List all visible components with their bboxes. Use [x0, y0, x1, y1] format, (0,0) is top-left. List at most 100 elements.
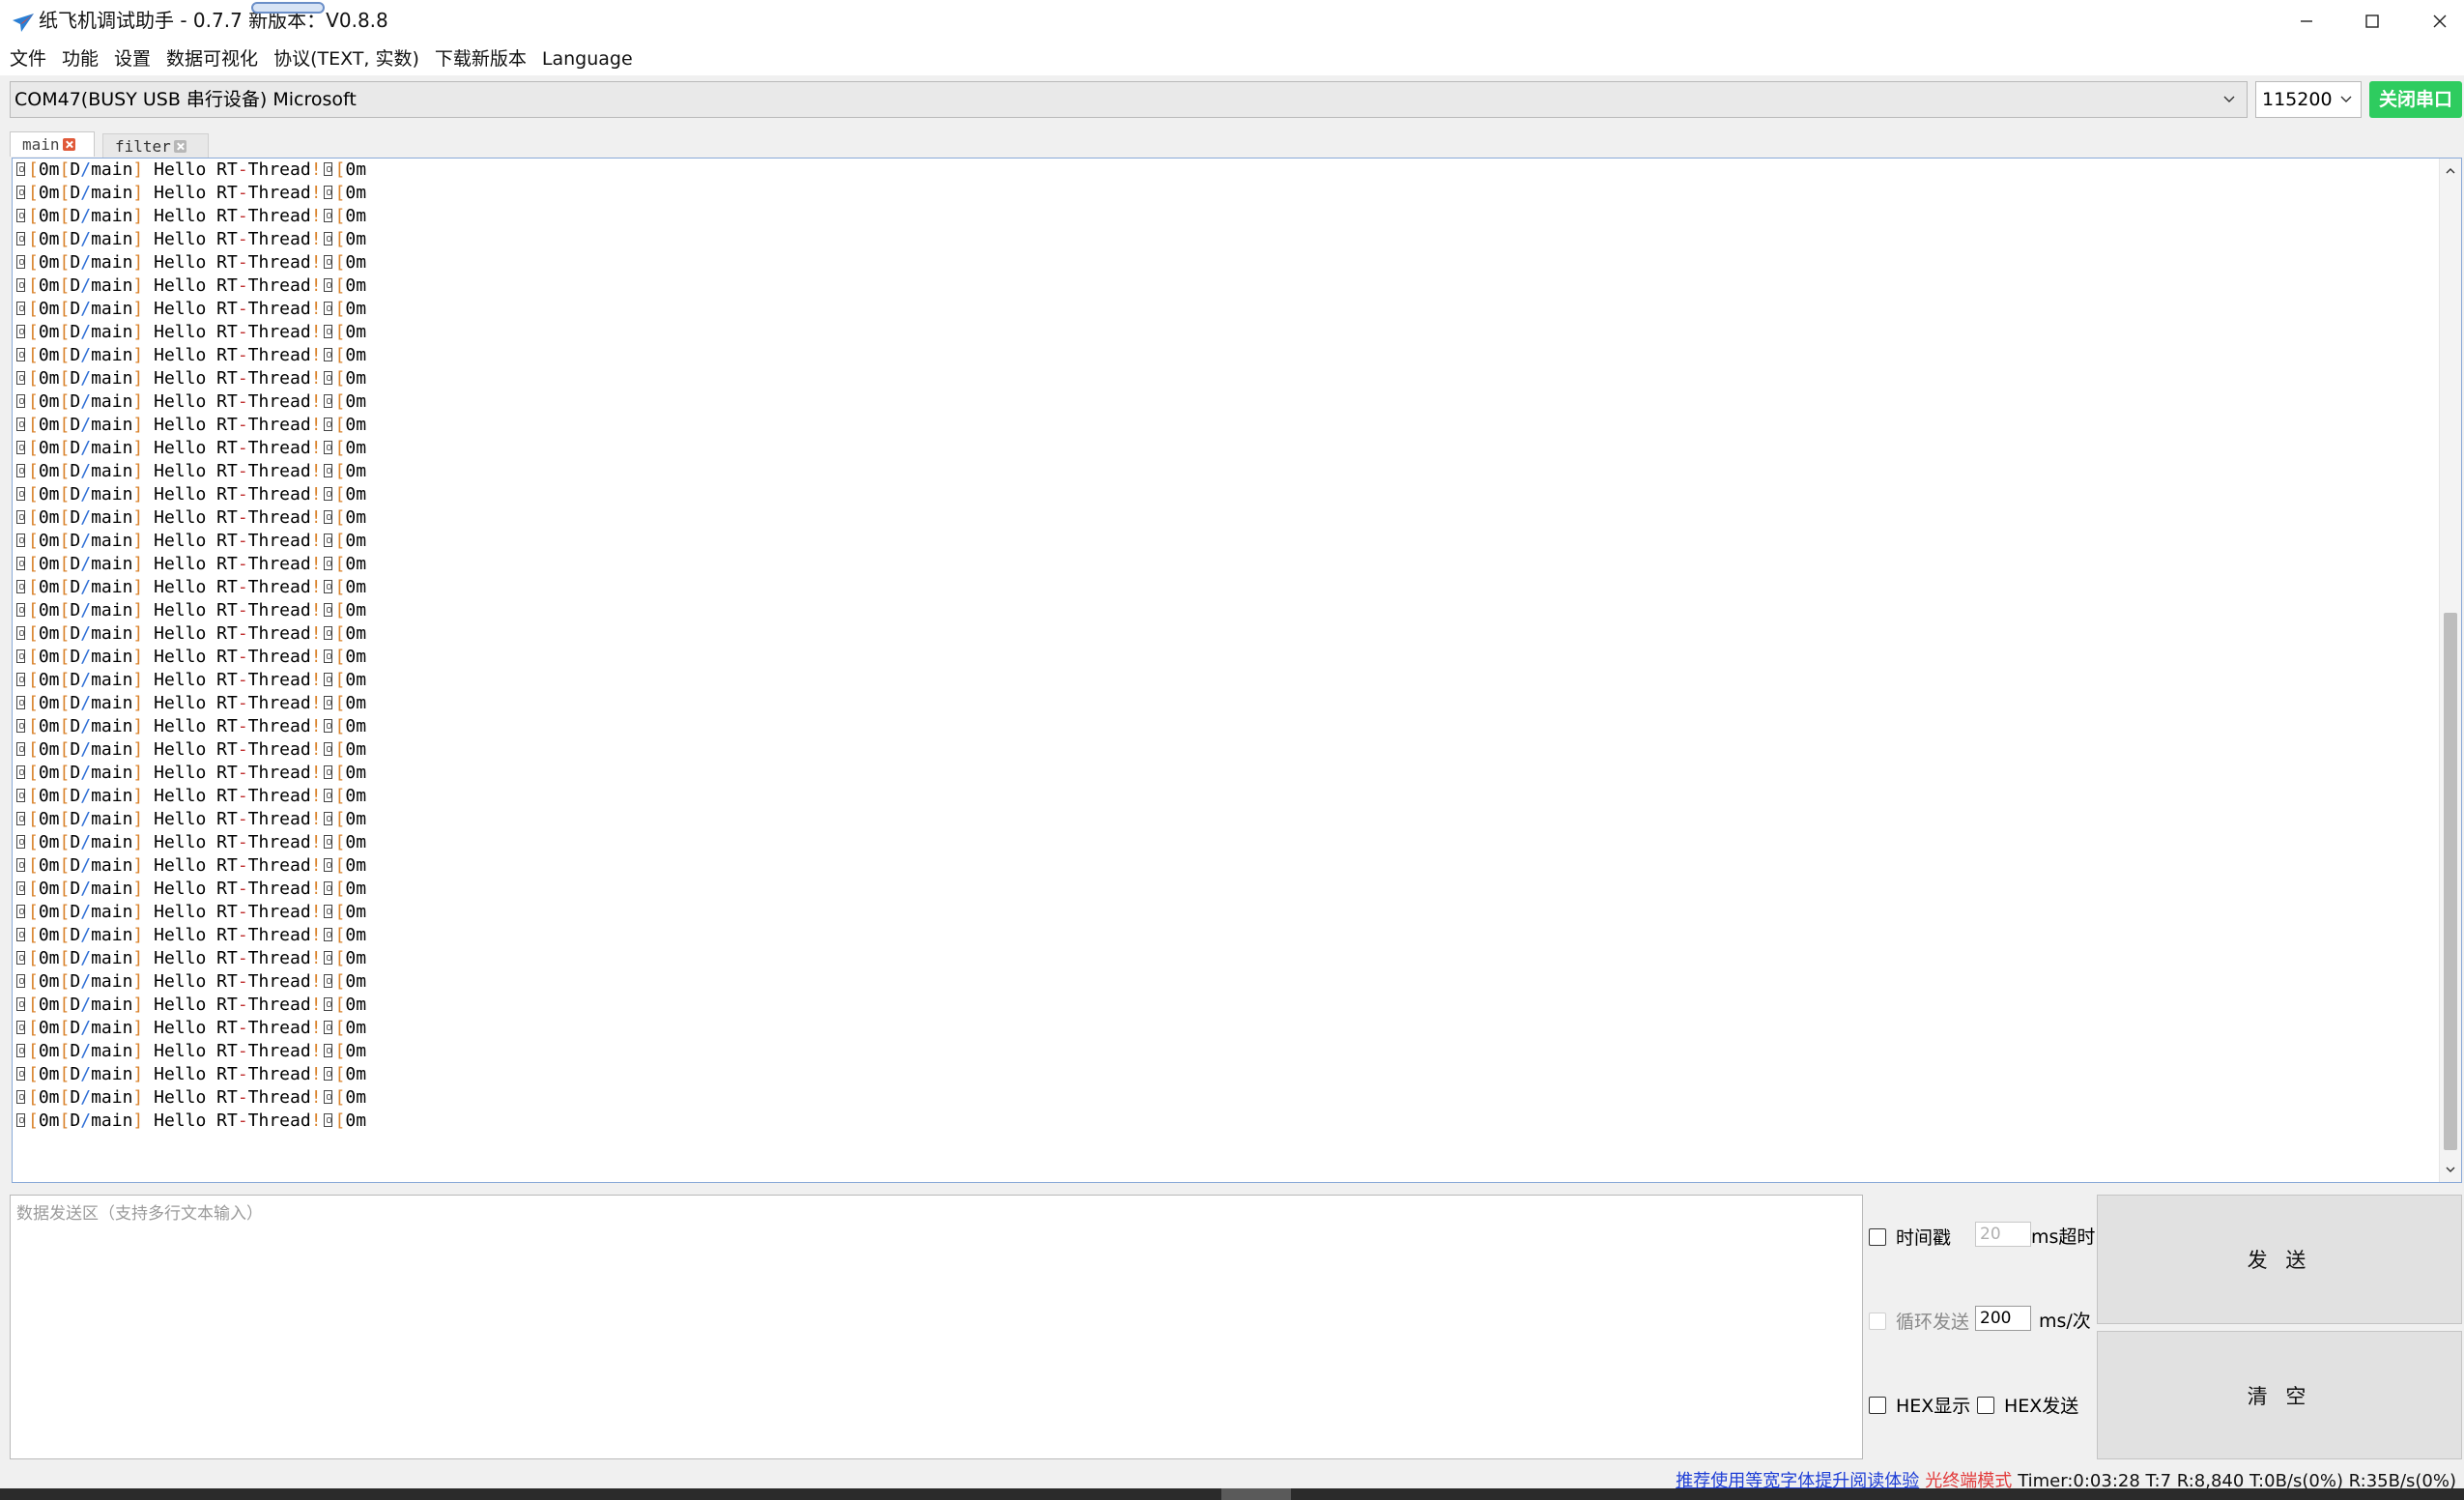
menu-language[interactable]: Language: [534, 43, 641, 75]
bracket: [: [334, 832, 346, 852]
menu-function[interactable]: 功能: [54, 43, 106, 75]
loop-interval-input[interactable]: [1975, 1306, 2031, 1331]
bracket: ]: [132, 507, 144, 528]
bracket: ]: [132, 600, 144, 620]
exclamation: !: [310, 1087, 322, 1108]
log-line: [0m[D/main] Hello RT-Thread! [0m: [14, 576, 366, 599]
send-data-input[interactable]: [10, 1195, 1863, 1459]
close-tab-icon[interactable]: [62, 138, 75, 151]
dash: -: [237, 693, 248, 713]
bracket: [: [334, 1111, 346, 1131]
bracket: [: [334, 623, 346, 644]
slash: /: [80, 623, 92, 644]
slash: /: [80, 159, 92, 180]
log-line: [0m[D/main] Hello RT-Thread! [0m: [14, 553, 366, 576]
log-level: D: [70, 693, 81, 713]
tab-filter[interactable]: filter: [102, 133, 209, 159]
log-level: D: [70, 229, 81, 249]
control-char-icon: [323, 371, 332, 385]
bracket: ]: [132, 368, 144, 389]
log-message: RT: [216, 739, 238, 760]
bracket: [: [28, 275, 39, 296]
baud-rate-select[interactable]: 115200: [2255, 81, 2362, 118]
hex-send-checkbox[interactable]: [1977, 1396, 1994, 1414]
hex-send-option[interactable]: HEX发送: [1977, 1392, 2078, 1418]
log-message: Hello: [154, 832, 207, 852]
reset-code: 0m: [345, 159, 367, 180]
exclamation: !: [310, 832, 322, 852]
log-message: RT: [216, 902, 238, 922]
menu-protocol[interactable]: 协议(TEXT, 实数): [266, 43, 427, 75]
control-char-icon: [323, 905, 332, 918]
exclamation: !: [310, 345, 322, 365]
terminal-output[interactable]: [0m[D/main] Hello RT-Thread! [0m [0m[D/mai…: [12, 158, 2462, 1183]
bracket: [: [334, 600, 346, 620]
menu-settings[interactable]: 设置: [106, 43, 158, 75]
bracket: ]: [132, 623, 144, 644]
send-button[interactable]: 发 送: [2097, 1195, 2462, 1324]
bracket: [: [28, 252, 39, 273]
log-message: Thread: [247, 391, 311, 412]
log-line: [0m[D/main] Hello RT-Thread! [0m: [14, 390, 366, 414]
log-level: D: [70, 902, 81, 922]
hex-display-option[interactable]: HEX显示: [1869, 1392, 1970, 1418]
scroll-up-button[interactable]: [2440, 160, 2461, 182]
control-char-icon: [323, 951, 332, 965]
clear-button[interactable]: 清 空: [2097, 1331, 2462, 1459]
log-message: Hello: [154, 1041, 207, 1061]
bracket: [: [334, 1064, 346, 1084]
menu-file[interactable]: 文件: [0, 43, 54, 75]
log-line: [0m[D/main] Hello RT-Thread! [0m: [14, 669, 366, 692]
log-line: [0m[D/main] Hello RT-Thread! [0m: [14, 1017, 366, 1040]
log-message: Hello: [154, 623, 207, 644]
maximize-button[interactable]: [2338, 0, 2406, 43]
log-message: Hello: [154, 229, 207, 249]
close-port-button[interactable]: 关闭串口: [2369, 81, 2462, 118]
hex-display-checkbox[interactable]: [1869, 1396, 1886, 1414]
reset-code: 0m: [38, 1087, 60, 1108]
menu-download[interactable]: 下载新版本: [427, 43, 534, 75]
close-button[interactable]: [2406, 0, 2464, 43]
timestamp-option[interactable]: 时间戳: [1869, 1224, 1951, 1250]
bracket: [: [28, 1087, 39, 1108]
exclamation: !: [310, 647, 322, 667]
log-line: [0m[D/main] Hello RT-Thread! [0m: [14, 901, 366, 924]
log-tag: main: [91, 739, 133, 760]
log-level: D: [70, 739, 81, 760]
loop-send-option[interactable]: 循环发送: [1869, 1308, 1969, 1334]
dash: -: [237, 763, 248, 783]
menu-bar: 文件 功能 设置 数据可视化 协议(TEXT, 实数) 下载新版本 Langua…: [0, 43, 2464, 75]
log-tag: main: [91, 902, 133, 922]
log-message: Thread: [247, 948, 311, 968]
exclamation: !: [310, 1041, 322, 1061]
log-message: RT: [216, 484, 238, 505]
control-char-icon: [323, 394, 332, 408]
minimize-icon: [2301, 20, 2312, 22]
timestamp-checkbox[interactable]: [1869, 1227, 1886, 1246]
reset-code: 0m: [38, 391, 60, 412]
scroll-down-button[interactable]: [2440, 1159, 2461, 1180]
log-message: RT: [216, 229, 238, 249]
chevron-down-icon: [2223, 96, 2235, 102]
dash: -: [237, 971, 248, 992]
close-tab-icon[interactable]: [173, 140, 186, 153]
vertical-scrollbar[interactable]: [2439, 159, 2461, 1182]
minimize-button[interactable]: [2273, 0, 2340, 43]
control-char-icon: [323, 765, 332, 779]
bracket: [: [28, 739, 39, 760]
port-select[interactable]: COM47(BUSY USB 串行设备) Microsoft: [10, 81, 2248, 118]
dash: -: [237, 229, 248, 249]
log-line: [0m[D/main] Hello RT-Thread! [0m: [14, 1040, 366, 1063]
log-tag: main: [91, 461, 133, 481]
bracket: ]: [132, 716, 144, 736]
loop-send-checkbox[interactable]: [1869, 1312, 1886, 1330]
bracket: [: [59, 948, 71, 968]
control-char-icon: [16, 255, 25, 269]
log-message: Hello: [154, 252, 207, 273]
slash: /: [80, 693, 92, 713]
menu-visualization[interactable]: 数据可视化: [158, 43, 266, 75]
timeout-input[interactable]: [1975, 1222, 2031, 1247]
tab-main[interactable]: main: [10, 131, 95, 157]
bracket: [: [28, 554, 39, 574]
scroll-thumb[interactable]: [2444, 613, 2457, 1150]
